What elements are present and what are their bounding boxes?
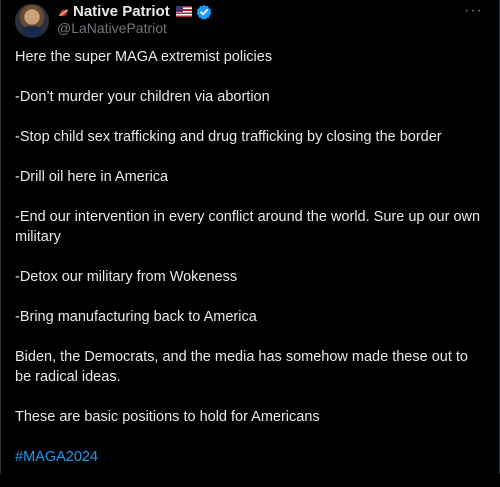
author-name-row[interactable]: Native Patriot — [57, 3, 212, 20]
more-options-icon[interactable]: ··· — [464, 2, 483, 20]
post-card: Native Patriot @LaNativePatriot ··· Here… — [0, 0, 500, 474]
post-paragraph: -Stop child sex trafficking and drug tra… — [15, 129, 442, 145]
post-header: Native Patriot @LaNativePatriot ··· — [1, 0, 499, 44]
hashtag-link[interactable]: #MAGA2024 — [15, 449, 98, 465]
post-paragraph: -End our intervention in every conflict … — [15, 209, 481, 245]
author-display-name[interactable]: Native Patriot — [73, 3, 170, 20]
author-avatar[interactable] — [15, 4, 49, 38]
feather-icon — [55, 3, 72, 20]
author-handle[interactable]: @LaNativePatriot — [57, 20, 167, 36]
post-paragraph: -Bring manufacturing back to America — [15, 309, 257, 325]
post-paragraph: These are basic positions to hold for Am… — [15, 409, 320, 425]
post-body: Here the super MAGA extremist policies -… — [15, 47, 485, 487]
post-paragraph: Biden, the Democrats, and the media has … — [15, 349, 468, 385]
post-paragraph: -Drill oil here in America — [15, 169, 169, 185]
post-paragraph: -Don’t murder your children via abortion — [15, 89, 270, 105]
us-flag-icon — [175, 6, 192, 17]
verified-badge-icon — [196, 4, 212, 20]
post-paragraph: -Detox our military from Wokeness — [15, 269, 238, 285]
post-paragraph: Here the super MAGA extremist policies — [15, 49, 273, 65]
